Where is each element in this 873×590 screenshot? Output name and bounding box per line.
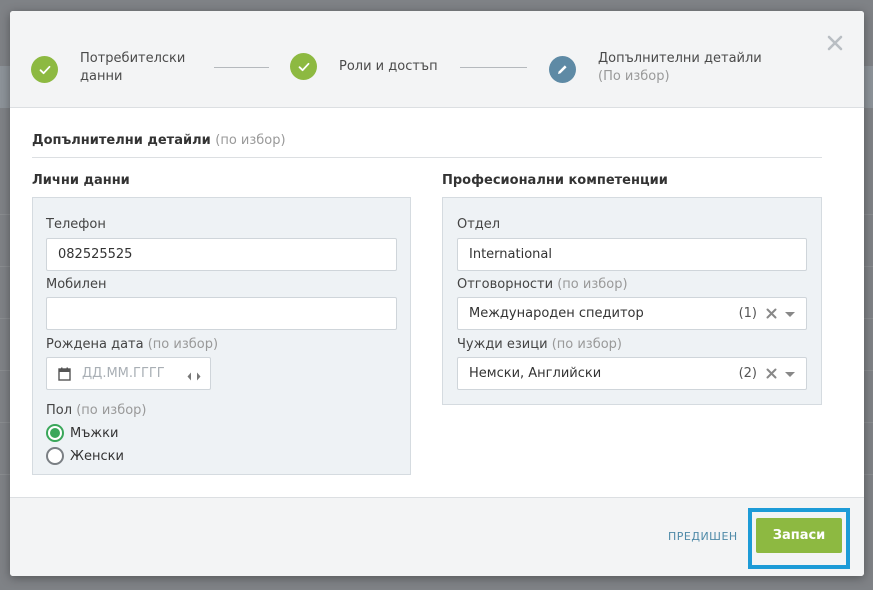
birth-date-label-text: Рождена дата xyxy=(46,337,144,352)
radio-label: Мъжки xyxy=(70,425,119,441)
clear-icon[interactable] xyxy=(766,308,777,319)
birth-date-label: Рождена дата (по избор) xyxy=(46,337,218,352)
step-roles-access[interactable]: Роли и достъп xyxy=(290,53,438,80)
mobile-input[interactable] xyxy=(46,297,397,330)
clear-icon[interactable] xyxy=(766,368,777,379)
mobile-label: Мобилен xyxy=(46,277,107,292)
modal-footer: ПРЕДИШЕН Запаси xyxy=(10,497,864,576)
pencil-icon xyxy=(549,56,576,83)
select-count: (2) xyxy=(738,366,757,381)
step-connector xyxy=(214,67,269,68)
check-icon xyxy=(31,56,58,83)
step-label: Потребителски xyxy=(80,51,186,66)
select-count: (1) xyxy=(738,306,757,321)
gender-label-text: Пол xyxy=(46,403,73,418)
gender-option-male[interactable]: Мъжки xyxy=(46,424,118,442)
personal-data-panel: Телефон 082525525 Мобилен Рождена дата (… xyxy=(32,197,411,475)
gender-label: Пол (по избор) xyxy=(46,403,147,418)
step-additional-details[interactable]: Допълнителни детайли (По избор) xyxy=(549,51,762,86)
modal-body: Допълнителни детайли (по избор) Лични да… xyxy=(10,109,864,497)
calendar-icon xyxy=(58,367,71,385)
wizard-stepper: Потребителски данни Роли и достъп Допълн… xyxy=(10,11,864,108)
optional-hint: (по избор) xyxy=(215,133,286,148)
gender-option-female[interactable]: Женски xyxy=(46,447,124,465)
personal-data-title: Лични данни xyxy=(32,173,130,188)
radio-button-checked[interactable] xyxy=(46,424,64,442)
radio-label: Женски xyxy=(70,448,124,464)
date-stepper-icon[interactable] xyxy=(187,370,201,385)
section-title-text: Допълнителни детайли xyxy=(32,133,211,148)
step-label-line2: данни xyxy=(80,69,123,84)
previous-button[interactable]: ПРЕДИШЕН xyxy=(668,530,738,543)
phone-input[interactable]: 082525525 xyxy=(46,238,397,271)
optional-hint: (по избор) xyxy=(551,337,623,352)
save-button[interactable]: Запаси xyxy=(756,518,842,553)
step-label: Роли и достъп xyxy=(339,58,438,74)
optional-hint: (по избор) xyxy=(147,337,219,352)
department-input[interactable]: International xyxy=(457,238,807,271)
phone-label: Телефон xyxy=(46,217,106,232)
languages-label: Чужди езици (по избор) xyxy=(457,337,622,352)
professional-panel: Отдел International Отговорности (по изб… xyxy=(442,197,822,405)
chevron-down-icon[interactable] xyxy=(785,312,795,317)
step-sublabel: (По избор) xyxy=(598,69,670,84)
department-label: Отдел xyxy=(457,217,501,232)
optional-hint: (по избор) xyxy=(76,403,147,418)
check-icon xyxy=(290,53,317,80)
optional-hint: (по избор) xyxy=(557,277,628,292)
section-divider xyxy=(32,157,822,158)
user-wizard-modal: Потребителски данни Роли и достъп Допълн… xyxy=(10,11,864,576)
section-title: Допълнителни детайли (по избор) xyxy=(32,133,286,148)
select-value: Немски, Английски xyxy=(469,366,602,381)
select-value: Международен спедитор xyxy=(469,306,644,321)
languages-label-text: Чужди езици xyxy=(457,337,548,352)
step-label: Допълнителни детайли xyxy=(598,51,762,66)
close-icon[interactable] xyxy=(826,34,844,52)
languages-select[interactable]: Немски, Английски (2) xyxy=(457,357,807,390)
date-placeholder: ДД.ММ.ГГГГ xyxy=(82,366,165,381)
responsibilities-label-text: Отговорности xyxy=(457,277,554,292)
chevron-down-icon[interactable] xyxy=(785,372,795,377)
birth-date-input[interactable]: ДД.ММ.ГГГГ xyxy=(46,357,211,390)
responsibilities-select[interactable]: Международен спедитор (1) xyxy=(457,297,807,330)
responsibilities-label: Отговорности (по избор) xyxy=(457,277,628,292)
step-connector xyxy=(460,67,527,68)
radio-button[interactable] xyxy=(46,447,64,465)
step-user-data[interactable]: Потребителски данни xyxy=(31,51,186,86)
professional-title: Професионални компетенции xyxy=(442,173,668,188)
